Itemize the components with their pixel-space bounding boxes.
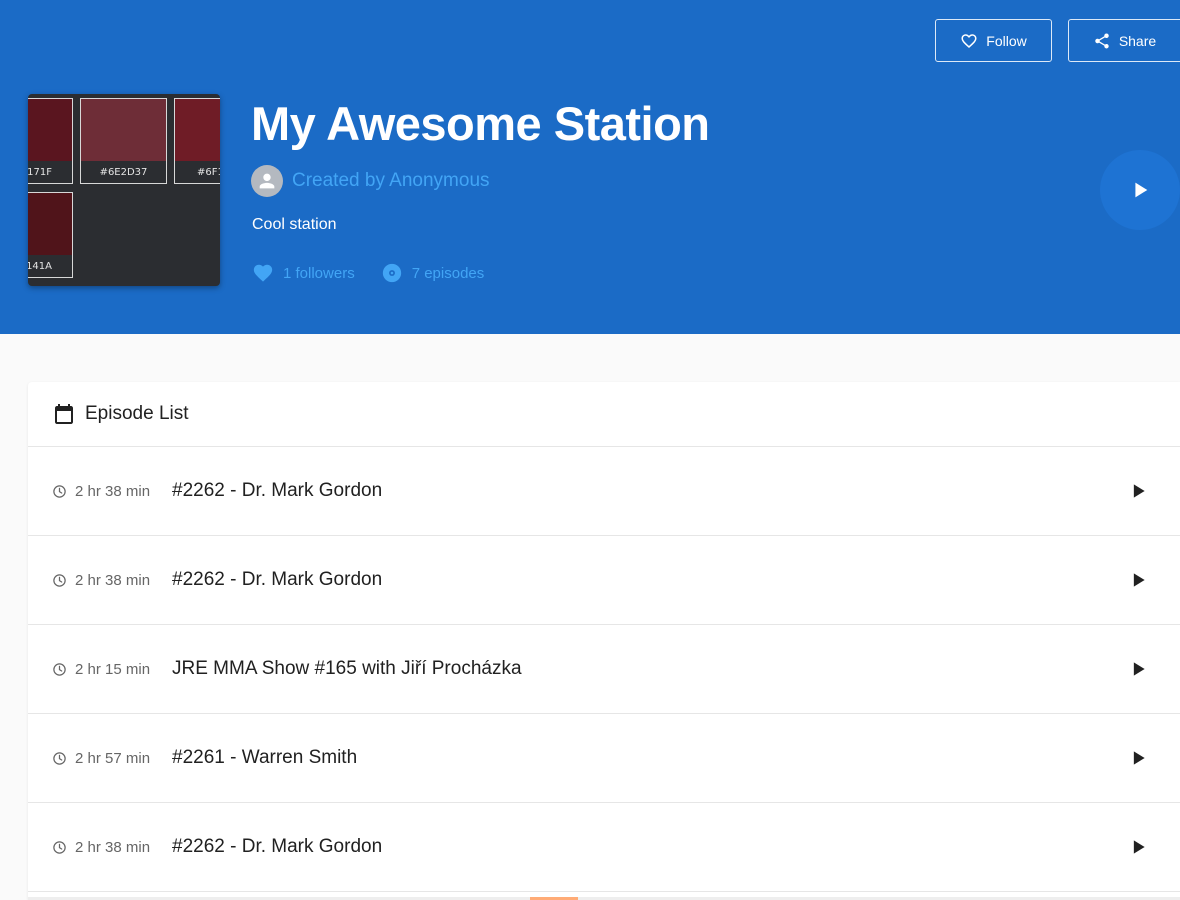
play-icon xyxy=(1133,484,1145,498)
episode-duration: 2 hr 15 min xyxy=(52,661,172,678)
swatch-fill xyxy=(81,99,166,161)
station-description: Cool station xyxy=(252,216,337,233)
episode-duration-text: 2 hr 38 min xyxy=(75,571,151,589)
follow-button[interactable]: Follow xyxy=(935,19,1052,62)
swatch-fill xyxy=(28,99,72,161)
avatar xyxy=(251,165,283,197)
clock-icon xyxy=(53,751,66,765)
disc-icon xyxy=(382,263,401,283)
color-swatch: #6F1 xyxy=(174,98,220,184)
swatch-hex-label: 171F xyxy=(28,166,52,178)
play-icon xyxy=(1133,840,1145,854)
top-actions: Follow Share xyxy=(935,19,1180,62)
episode-play-button[interactable] xyxy=(1126,568,1150,592)
episode-list-header: Episode List xyxy=(28,382,1180,447)
episode-list-title: Episode List xyxy=(85,403,189,424)
clock-icon xyxy=(53,484,66,498)
swatch-fill xyxy=(175,99,220,161)
episode-play-button[interactable] xyxy=(1126,479,1150,503)
color-swatch: 171F xyxy=(28,98,73,184)
play-icon xyxy=(1135,182,1148,198)
creator-info[interactable]: Created by Anonymous xyxy=(251,165,490,197)
episode-duration: 2 hr 38 min xyxy=(52,839,172,856)
swatch-fill xyxy=(28,193,72,255)
play-icon xyxy=(1133,573,1145,587)
episodes-stat: 7 episodes xyxy=(381,262,485,284)
share-button[interactable]: Share xyxy=(1068,19,1180,62)
episode-play-button[interactable] xyxy=(1126,835,1150,859)
heart-icon xyxy=(253,264,273,282)
episode-title[interactable]: #2261 - Warren Smith xyxy=(172,747,357,769)
episode-row[interactable]: 2 hr 15 min JRE MMA Show #165 with Jiří … xyxy=(28,625,1180,714)
swatch-hex-label: 141A xyxy=(28,260,52,272)
episode-list-card: Episode List 2 hr 38 min #2262 - Dr. Mar… xyxy=(28,382,1180,900)
creator-name[interactable]: Created by Anonymous xyxy=(292,170,490,192)
clock-icon xyxy=(53,573,66,587)
episode-duration-text: 2 hr 38 min xyxy=(75,482,151,500)
episode-title[interactable]: #2262 - Dr. Mark Gordon xyxy=(172,836,382,858)
share-icon xyxy=(1095,33,1109,48)
episode-title[interactable]: #2262 - Dr. Mark Gordon xyxy=(172,480,382,502)
station-title: My Awesome Station xyxy=(251,97,710,150)
episode-duration: 2 hr 57 min xyxy=(52,750,172,767)
followers-stat: 1 followers xyxy=(252,262,355,284)
episode-row[interactable]: 2 hr 38 min #2262 - Dr. Mark Gordon xyxy=(28,536,1180,625)
episode-title[interactable]: #2262 - Dr. Mark Gordon xyxy=(172,569,382,591)
share-label: Share xyxy=(1118,32,1157,49)
episode-play-button[interactable] xyxy=(1126,657,1150,681)
episode-duration: 2 hr 38 min xyxy=(52,483,172,500)
station-stats: 1 followers 7 episodes xyxy=(252,262,484,284)
station-hero: Follow Share 171F #6E2D37 #6F1 141A My A… xyxy=(0,0,1180,334)
color-swatch: 141A xyxy=(28,192,73,278)
clock-icon xyxy=(53,840,66,854)
episode-row[interactable]: 2 hr 38 min #2262 - Dr. Mark Gordon xyxy=(28,803,1180,892)
episode-title[interactable]: JRE MMA Show #165 with Jiří Procházka xyxy=(172,658,522,680)
swatch-hex-label: #6F1 xyxy=(197,166,220,178)
avatar-person-icon xyxy=(259,173,275,189)
play-icon xyxy=(1133,751,1145,765)
follow-label: Follow xyxy=(986,32,1027,49)
episode-duration: 2 hr 38 min xyxy=(52,572,172,589)
swatch-hex-label: #6E2D37 xyxy=(99,166,148,178)
episode-duration-text: 2 hr 15 min xyxy=(75,660,151,678)
episode-row[interactable]: 2 hr 57 min #2261 - Warren Smith xyxy=(28,714,1180,803)
episode-duration-text: 2 hr 38 min xyxy=(75,838,151,856)
clock-icon xyxy=(53,662,66,676)
calendar-icon xyxy=(55,404,73,424)
episode-row[interactable]: 2 hr 38 min #2262 - Dr. Mark Gordon xyxy=(28,447,1180,536)
play-station-button[interactable] xyxy=(1100,150,1180,230)
color-swatch: #6E2D37 xyxy=(80,98,167,184)
episode-play-button[interactable] xyxy=(1126,746,1150,770)
station-cover-image: 171F #6E2D37 #6F1 141A xyxy=(28,94,220,286)
play-icon xyxy=(1133,662,1145,676)
heart-outline-icon xyxy=(961,33,977,48)
episodes-count: 7 episodes xyxy=(411,264,485,282)
followers-count: 1 followers xyxy=(283,264,355,282)
episode-duration-text: 2 hr 57 min xyxy=(75,749,151,767)
